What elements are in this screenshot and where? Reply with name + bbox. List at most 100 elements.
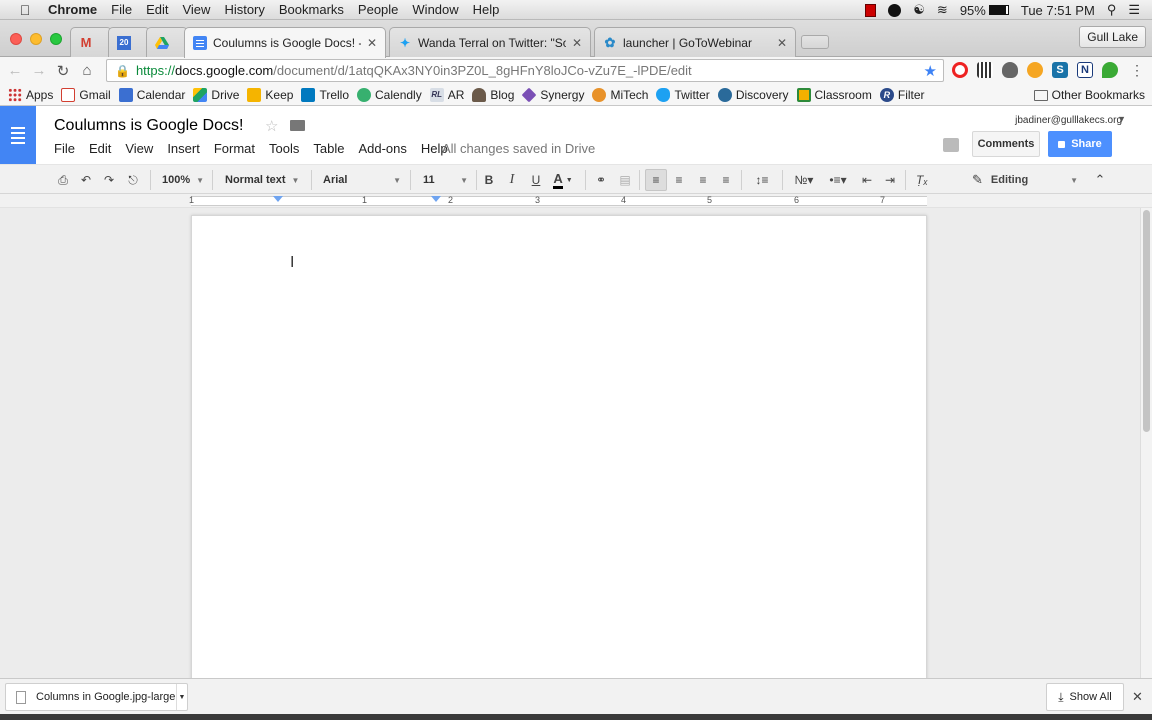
chevron-down-icon[interactable]: ▼: [1117, 114, 1126, 124]
scrollbar-thumb[interactable]: [1143, 210, 1150, 432]
comments-button[interactable]: Comments: [972, 131, 1040, 157]
document-title[interactable]: Coulumns is Google Docs!: [54, 117, 243, 135]
zoom-window-button[interactable]: [50, 33, 62, 45]
bookmark-filter[interactable]: R Filter: [879, 87, 925, 102]
docs-menu-addons[interactable]: Add-ons: [358, 141, 406, 156]
spotlight-icon[interactable]: ⚲: [1107, 2, 1117, 18]
style-select[interactable]: Normal text ▼: [225, 171, 305, 189]
align-right-icon[interactable]: ≡: [695, 171, 711, 189]
docs-menu-edit[interactable]: Edit: [89, 141, 111, 156]
left-indent-marker[interactable]: [273, 196, 283, 202]
user-email[interactable]: jbadiner@gulllakecs.org: [1015, 115, 1122, 126]
right-indent-marker[interactable]: [431, 196, 441, 202]
chrome-menu-icon[interactable]: ⋮: [1130, 62, 1144, 78]
tab-calendar[interactable]: 20: [108, 27, 150, 57]
s-extension-icon[interactable]: S: [1052, 62, 1068, 78]
menu-app-name[interactable]: Chrome: [48, 2, 97, 17]
bookmark-discovery[interactable]: Discovery: [717, 87, 789, 102]
folder-icon[interactable]: [290, 120, 305, 131]
star-icon[interactable]: ☆: [265, 117, 278, 135]
new-tab-button[interactable]: [801, 35, 829, 49]
bookmark-apps[interactable]: Apps: [8, 87, 53, 102]
bookmark-ar[interactable]: RL AR: [429, 87, 464, 102]
bookmark-keep[interactable]: Keep: [247, 87, 293, 102]
menu-edit[interactable]: Edit: [146, 2, 168, 17]
bookmark-trello[interactable]: Trello: [301, 87, 349, 102]
recording-icon[interactable]: [865, 3, 877, 17]
docs-menu-view[interactable]: View: [125, 141, 153, 156]
save-status[interactable]: All changes saved in Drive: [442, 141, 595, 156]
docs-home-icon[interactable]: [0, 106, 36, 164]
headphones-icon[interactable]: ☯: [913, 2, 925, 18]
close-window-button[interactable]: [10, 33, 22, 45]
n-extension-icon[interactable]: N: [1077, 62, 1093, 78]
tab-gotowebinar[interactable]: ✿ launcher | GoToWebinar ✕: [594, 27, 796, 57]
wifi-icon[interactable]: ≋: [937, 2, 948, 18]
numbered-list-icon[interactable]: №▾: [790, 171, 818, 189]
bookmark-synergy[interactable]: Synergy: [521, 87, 584, 102]
bookmark-calendar[interactable]: Calendar: [118, 87, 185, 102]
apple-icon[interactable]: : [16, 2, 34, 18]
docs-menu-tools[interactable]: Tools: [269, 141, 299, 156]
docs-menu-table[interactable]: Table: [313, 141, 344, 156]
font-select[interactable]: Arial ▼: [323, 171, 401, 189]
close-tab-icon[interactable]: ✕: [777, 36, 787, 50]
bookmark-blog[interactable]: Blog: [472, 87, 514, 102]
ruler[interactable]: 1 1 2 3 4 5 6 7: [0, 194, 1152, 208]
minimize-window-button[interactable]: [30, 33, 42, 45]
close-tab-icon[interactable]: ✕: [367, 36, 377, 50]
evernote-extension-icon[interactable]: [1002, 62, 1018, 78]
clock[interactable]: Tue 7:51 PM: [1021, 3, 1095, 18]
menu-view[interactable]: View: [182, 2, 210, 17]
menu-history[interactable]: History: [224, 2, 264, 17]
qr-extension-icon[interactable]: [977, 62, 993, 78]
redo-icon[interactable]: ↷: [101, 171, 117, 189]
link-icon[interactable]: ⚭: [592, 171, 610, 189]
collapse-toolbar-icon[interactable]: ⌃: [1092, 171, 1108, 189]
align-center-icon[interactable]: ≡: [671, 171, 687, 189]
home-icon[interactable]: ⌂: [78, 62, 96, 79]
underline-icon[interactable]: U: [529, 171, 543, 189]
editing-mode-select[interactable]: ✎ Editing ▼: [972, 171, 1078, 189]
bookmark-classroom[interactable]: Classroom: [796, 87, 872, 102]
docs-menu-insert[interactable]: Insert: [167, 141, 200, 156]
menu-file[interactable]: File: [111, 2, 132, 17]
tab-drive[interactable]: [146, 27, 188, 57]
back-icon[interactable]: ←: [6, 62, 24, 79]
address-bar[interactable]: 🔒 https:// docs.google.com /document/d/1…: [106, 59, 944, 82]
document-page[interactable]: Ⅰ: [191, 215, 927, 685]
bookmark-star-icon[interactable]: ★: [924, 62, 937, 80]
tab-google-docs[interactable]: Coulumns is Google Docs! - G ✕: [184, 27, 386, 58]
menu-people[interactable]: People: [358, 2, 398, 17]
docs-menu-format[interactable]: Format: [214, 141, 255, 156]
menu-help[interactable]: Help: [473, 2, 500, 17]
comment-icon[interactable]: [943, 138, 959, 152]
reload-icon[interactable]: ↻: [54, 62, 72, 80]
menu-window[interactable]: Window: [412, 2, 458, 17]
insert-comment-icon[interactable]: ▤: [617, 171, 633, 189]
bookmark-gmail[interactable]: Gmail: [61, 87, 111, 102]
tab-twitter[interactable]: ✦ Wanda Terral on Twitter: "So e ✕: [389, 27, 591, 57]
notification-center-icon[interactable]: ☰: [1128, 2, 1140, 18]
show-all-downloads-button[interactable]: ⤓ Show All: [1046, 683, 1124, 711]
forward-icon[interactable]: →: [30, 62, 48, 79]
chevron-down-icon[interactable]: ▼: [176, 684, 187, 710]
vertical-scrollbar[interactable]: [1140, 208, 1152, 678]
print-icon[interactable]: ⎙: [55, 171, 71, 189]
notification-icon[interactable]: [888, 3, 902, 17]
align-justify-icon[interactable]: ≡: [718, 171, 734, 189]
profile-button[interactable]: Gull Lake: [1079, 26, 1146, 48]
docs-menu-file[interactable]: File: [54, 141, 75, 156]
font-size-select[interactable]: 11 ▼: [423, 171, 468, 189]
decrease-indent-icon[interactable]: ⇤: [859, 171, 875, 189]
orange-extension-icon[interactable]: [1027, 62, 1043, 78]
bookmark-calendly[interactable]: Calendly: [357, 87, 422, 102]
opera-extension-icon[interactable]: [952, 62, 968, 78]
italic-icon[interactable]: I: [505, 171, 519, 189]
bulleted-list-icon[interactable]: •≡▾: [824, 171, 852, 189]
download-item[interactable]: Columns in Google.jpg-large ▼: [5, 683, 188, 711]
close-tab-icon[interactable]: ✕: [572, 36, 582, 50]
line-spacing-icon[interactable]: ↕≡: [749, 171, 775, 189]
undo-icon[interactable]: ↶: [78, 171, 94, 189]
bold-icon[interactable]: B: [482, 171, 496, 189]
